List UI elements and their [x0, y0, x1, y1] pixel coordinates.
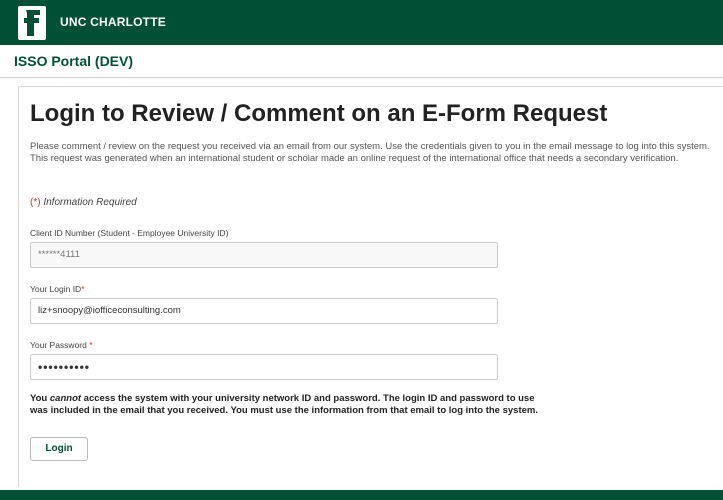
warning-text-end: access the system with your university n…: [30, 393, 538, 416]
login-id-label: Your Login ID*: [30, 284, 85, 294]
warning-emphasis: cannot: [49, 393, 82, 404]
required-asterisk: *: [81, 284, 85, 294]
login-button[interactable]: Login: [30, 437, 88, 461]
login-id-label-text: Your Login ID: [30, 284, 82, 294]
client-id-label: Client ID Number (Student - Employee Uni…: [30, 228, 229, 238]
unc-charlotte-logo-icon[interactable]: [18, 6, 46, 40]
portal-header: ISSO Portal (DEV): [0, 45, 723, 78]
required-note: (*) Information Required: [30, 197, 137, 208]
brand-name[interactable]: UNC CHARLOTTE: [60, 15, 166, 29]
warning-text-start: You: [30, 393, 50, 404]
password-label: Your Password *: [30, 340, 93, 350]
required-asterisk: *: [89, 340, 93, 350]
footer-bar: [0, 490, 723, 500]
top-banner: UNC CHARLOTTE: [0, 0, 723, 45]
login-id-field[interactable]: liz+snoopy@iofficeconsulting.com: [30, 298, 498, 324]
intro-text: Please comment / review on the request y…: [30, 141, 710, 164]
portal-title[interactable]: ISSO Portal (DEV): [14, 53, 133, 69]
required-marker: (*): [30, 197, 41, 208]
password-field[interactable]: ••••••••••: [30, 354, 498, 380]
page-title: Login to Review / Comment on an E-Form R…: [30, 100, 608, 127]
required-note-text: Information Required: [40, 197, 137, 208]
password-label-text: Your Password: [30, 340, 90, 350]
client-id-field[interactable]: ******4111: [30, 242, 498, 268]
credentials-warning: You cannot access the system with your u…: [30, 393, 550, 416]
